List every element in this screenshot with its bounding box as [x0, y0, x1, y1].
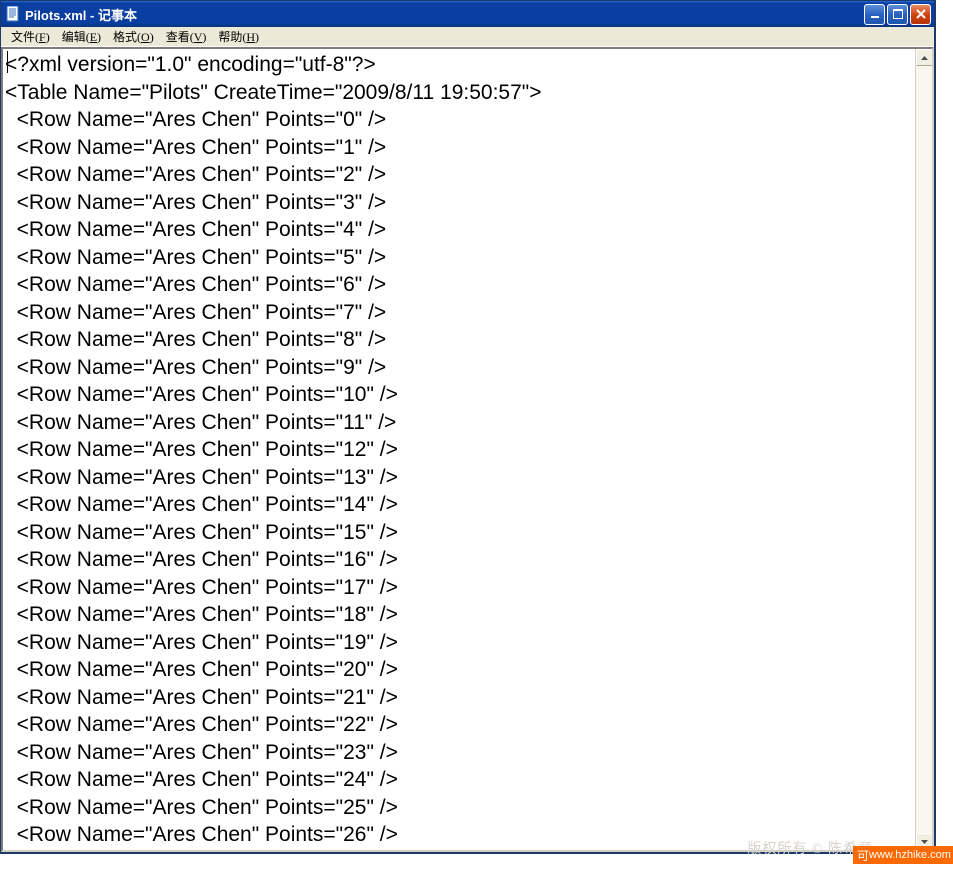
menu-edit[interactable]: 编辑(E)	[56, 27, 107, 46]
text-editor[interactable]: <?xml version="1.0" encoding="utf-8"?> <…	[3, 49, 915, 850]
menu-format[interactable]: 格式(O)	[107, 27, 160, 46]
menu-help[interactable]: 帮助(H)	[212, 27, 265, 46]
maximize-button[interactable]	[887, 4, 908, 25]
close-button[interactable]	[910, 4, 931, 25]
scroll-up-button[interactable]	[916, 49, 933, 66]
vertical-scrollbar[interactable]	[915, 49, 932, 850]
minimize-button[interactable]	[864, 4, 885, 25]
text-caret	[7, 51, 8, 73]
menu-file[interactable]: 文件(F)	[5, 27, 56, 46]
scroll-down-button[interactable]	[916, 833, 933, 850]
menu-view[interactable]: 查看(V)	[160, 27, 213, 46]
window-controls	[864, 4, 932, 25]
scroll-track[interactable]	[916, 66, 933, 833]
notepad-window: Pilots.xml - 记事本 文件(F) 编辑(E) 格式(O) 查看(V)…	[0, 0, 936, 854]
menubar: 文件(F) 编辑(E) 格式(O) 查看(V) 帮助(H)	[1, 27, 934, 47]
client-area: <?xml version="1.0" encoding="utf-8"?> <…	[1, 47, 934, 852]
document-icon	[5, 6, 21, 22]
titlebar[interactable]: Pilots.xml - 记事本	[1, 1, 934, 27]
window-title: Pilots.xml - 记事本	[25, 5, 864, 24]
